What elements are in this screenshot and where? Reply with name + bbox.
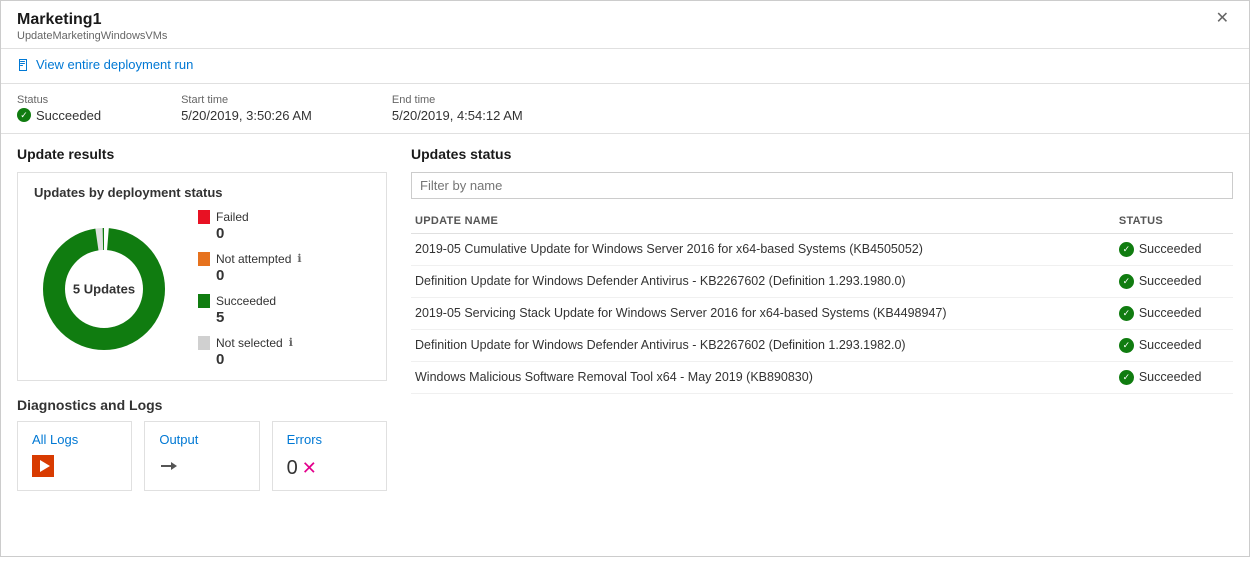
- update-name-cell: Definition Update for Windows Defender A…: [411, 265, 1115, 297]
- succeeded-icon: ✓: [1119, 338, 1134, 353]
- diagnostics-title: Diagnostics and Logs: [17, 397, 387, 413]
- legend-failed-label: Failed: [216, 210, 249, 224]
- update-status-cell: ✓ Succeeded: [1115, 297, 1233, 329]
- update-name-cell: Windows Malicious Software Removal Tool …: [411, 361, 1115, 393]
- chart-box: Updates by deployment status 5 Updates: [17, 172, 387, 381]
- succeeded-icon: ✓: [1119, 306, 1134, 321]
- filter-input[interactable]: [411, 172, 1233, 199]
- errors-count-row: 0 ✕: [287, 457, 372, 480]
- errors-card: Errors 0 ✕: [272, 421, 387, 491]
- legend-not-selected-label: Not selected: [216, 336, 283, 350]
- end-time-label: End time: [392, 94, 523, 106]
- updates-status-title: Updates status: [411, 146, 1233, 162]
- close-button[interactable]: ✕: [1212, 11, 1233, 27]
- title-bar-left: Marketing1 UpdateMarketingWindowsVMs: [17, 11, 167, 42]
- status-text: Succeeded: [1139, 242, 1202, 256]
- table-row: 2019-05 Cumulative Update for Windows Se…: [411, 233, 1233, 265]
- update-name-cell: Definition Update for Windows Defender A…: [411, 329, 1115, 361]
- table-row: Definition Update for Windows Defender A…: [411, 329, 1233, 361]
- col-status: STATUS: [1115, 209, 1233, 234]
- legend-failed-count: 0: [198, 225, 302, 242]
- document-icon: [17, 58, 31, 72]
- legend-not-attempted: Not attempted ℹ 0: [198, 252, 302, 284]
- legend-succeeded: Succeeded 5: [198, 294, 302, 326]
- legend-failed: Failed 0: [198, 210, 302, 242]
- view-link-bar: View entire deployment run: [1, 49, 1249, 84]
- status-label: Status: [17, 94, 101, 106]
- update-name-cell: 2019-05 Cumulative Update for Windows Se…: [411, 233, 1115, 265]
- legend-not-selected-bar: [198, 336, 210, 350]
- update-status-cell: ✓ Succeeded: [1115, 329, 1233, 361]
- table-row: Windows Malicious Software Removal Tool …: [411, 361, 1233, 393]
- donut-chart: 5 Updates: [34, 219, 174, 359]
- col-update-name: UPDATE NAME: [411, 209, 1115, 234]
- chart-area: 5 Updates Failed 0 Not attempte: [34, 210, 370, 368]
- not-attempted-info-icon[interactable]: ℹ: [297, 252, 301, 265]
- update-results-title: Update results: [17, 146, 387, 162]
- all-logs-link[interactable]: All Logs: [32, 432, 117, 447]
- start-time-label: Start time: [181, 94, 312, 106]
- legend-not-selected: Not selected ℹ 0: [198, 336, 302, 368]
- not-selected-info-icon[interactable]: ℹ: [289, 336, 293, 349]
- status-text: Succeeded: [1139, 370, 1202, 384]
- diagnostics-cards: All Logs Output: [17, 421, 387, 491]
- legend-not-selected-count: 0: [198, 351, 302, 368]
- status-text: Succeeded: [36, 108, 101, 123]
- left-panel: Update results Updates by deployment sta…: [17, 146, 387, 549]
- status-text: Succeeded: [1139, 306, 1202, 320]
- errors-x-icon: ✕: [302, 458, 317, 479]
- table-row: 2019-05 Servicing Stack Update for Windo…: [411, 297, 1233, 329]
- succeeded-icon: ✓: [1119, 242, 1134, 257]
- update-name-cell: 2019-05 Servicing Stack Update for Windo…: [411, 297, 1115, 329]
- updates-table: UPDATE NAME STATUS 2019-05 Cumulative Up…: [411, 209, 1233, 394]
- start-time-value: 5/20/2019, 3:50:26 AM: [181, 108, 312, 123]
- view-link-text: View entire deployment run: [36, 57, 193, 72]
- legend-succeeded-count: 5: [198, 309, 302, 326]
- update-status-cell: ✓ Succeeded: [1115, 361, 1233, 393]
- update-status-cell: ✓ Succeeded: [1115, 265, 1233, 297]
- succeeded-icon: ✓: [1119, 370, 1134, 385]
- title-bar: Marketing1 UpdateMarketingWindowsVMs ✕: [1, 1, 1249, 49]
- legend-not-attempted-label: Not attempted: [216, 252, 291, 266]
- succeeded-icon: ✓: [1119, 274, 1134, 289]
- output-link[interactable]: Output: [159, 432, 244, 447]
- legend-not-attempted-bar: [198, 252, 210, 266]
- output-card: Output: [144, 421, 259, 491]
- chart-legend: Failed 0 Not attempted ℹ 0: [198, 210, 302, 368]
- table-row: Definition Update for Windows Defender A…: [411, 265, 1233, 297]
- legend-not-attempted-count: 0: [198, 267, 302, 284]
- status-group: Status ✓ Succeeded: [17, 94, 101, 123]
- status-text: Succeeded: [1139, 274, 1202, 288]
- window-subtitle: UpdateMarketingWindowsVMs: [17, 30, 167, 42]
- all-logs-card: All Logs: [17, 421, 132, 491]
- output-icon: [159, 455, 244, 480]
- status-text: Succeeded: [1139, 338, 1202, 352]
- chart-title: Updates by deployment status: [34, 185, 370, 200]
- end-time-value: 5/20/2019, 4:54:12 AM: [392, 108, 523, 123]
- start-time-group: Start time 5/20/2019, 3:50:26 AM: [181, 94, 312, 123]
- window-title: Marketing1: [17, 11, 167, 29]
- main-content: Update results Updates by deployment sta…: [1, 134, 1249, 561]
- view-deployment-link[interactable]: View entire deployment run: [17, 57, 193, 72]
- all-logs-icon: [32, 455, 117, 480]
- legend-succeeded-bar: [198, 294, 210, 308]
- end-time-group: End time 5/20/2019, 4:54:12 AM: [392, 94, 523, 123]
- right-panel: Updates status UPDATE NAME STATUS 2019-0…: [411, 146, 1233, 549]
- update-status-cell: ✓ Succeeded: [1115, 233, 1233, 265]
- legend-failed-bar: [198, 210, 210, 224]
- table-header-row: UPDATE NAME STATUS: [411, 209, 1233, 234]
- status-success-icon: ✓: [17, 108, 31, 122]
- errors-count-value: 0: [287, 457, 298, 480]
- status-value: ✓ Succeeded: [17, 108, 101, 123]
- legend-succeeded-label: Succeeded: [216, 294, 276, 308]
- errors-link[interactable]: Errors: [287, 432, 372, 447]
- diagnostics-section: Diagnostics and Logs All Logs Output: [17, 397, 387, 491]
- status-bar: Status ✓ Succeeded Start time 5/20/2019,…: [1, 84, 1249, 134]
